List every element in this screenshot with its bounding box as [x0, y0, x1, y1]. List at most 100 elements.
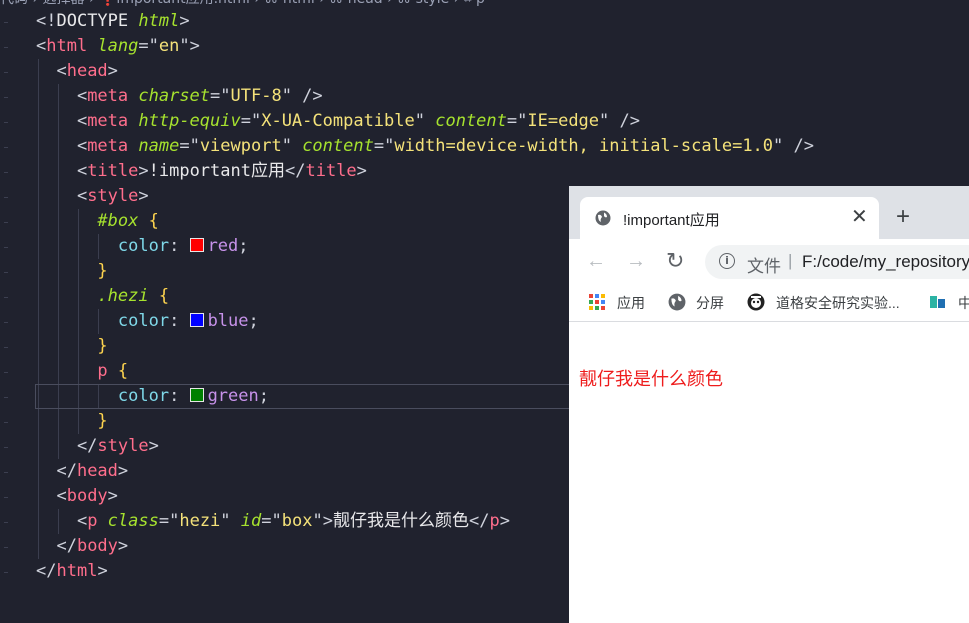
line-number-marker	[4, 372, 8, 373]
code-token: X-UA-Compatible	[261, 111, 415, 131]
bookmark-apps[interactable]: 应用	[617, 293, 645, 313]
code-token: >	[107, 486, 118, 506]
code-line[interactable]: <p class="hezi" id="box">靓仔我是什么颜色</p>	[36, 509, 510, 534]
line-number-marker	[4, 572, 8, 573]
code-line[interactable]: <meta name="viewport" content="width=dev…	[36, 134, 814, 159]
code-line[interactable]: </html>	[36, 559, 108, 584]
url-text[interactable]: F:/code/my_repository	[802, 252, 969, 272]
color-swatch[interactable]	[189, 313, 204, 327]
breadcrumb[interactable]: 代码 › 选择器 › ❗important应用.html › ⌘ html › …	[0, 0, 485, 8]
line-number	[0, 259, 30, 284]
code-token: <!	[36, 11, 57, 31]
code-line[interactable]: color: blue;	[36, 309, 259, 334]
code-token: {	[117, 361, 129, 381]
new-tab-button[interactable]: +	[896, 205, 910, 229]
bookmark-split-screen[interactable]: 分屏	[696, 293, 724, 313]
close-icon[interactable]: ✕	[851, 206, 868, 228]
code-line[interactable]: #box {	[36, 209, 158, 234]
dog-logo-icon[interactable]	[747, 293, 765, 311]
code-line[interactable]: <head>	[36, 59, 117, 84]
url-scheme: 文件	[747, 257, 781, 276]
globe-icon	[595, 210, 611, 226]
code-line[interactable]: p {	[36, 359, 128, 384]
code-line[interactable]: <!DOCTYPE html>	[36, 9, 190, 34]
code-token: hezi	[179, 511, 221, 531]
code-token: >	[138, 161, 149, 181]
code-token: </	[284, 161, 306, 181]
code-token: </	[36, 461, 77, 481]
address-bar[interactable]: i 文件 | F:/code/my_repository	[705, 245, 969, 279]
code-line[interactable]: </style>	[36, 434, 159, 459]
line-number-marker	[4, 97, 8, 98]
code-token: !important应用	[148, 161, 285, 181]
code-token: }	[97, 261, 108, 281]
code-token: </	[36, 561, 57, 581]
code-token: p	[87, 511, 108, 531]
code-line[interactable]: <html lang="en">	[36, 34, 200, 59]
line-number	[0, 184, 30, 209]
code-token: html	[46, 36, 98, 56]
code-token: >	[179, 11, 190, 31]
code-token: green	[207, 386, 259, 406]
bookmark-partial[interactable]: 中	[958, 293, 969, 313]
code-token: body	[66, 486, 108, 506]
reload-icon[interactable]: ↻	[666, 249, 684, 273]
line-number	[0, 384, 30, 409]
code-line[interactable]: }	[36, 409, 108, 434]
code-token: " />	[599, 111, 640, 131]
line-number-marker	[4, 172, 8, 173]
browser-toolbar: ← → ↻ i 文件 | F:/code/my_repository	[569, 239, 969, 284]
code-token: DOCTYPE	[56, 11, 139, 31]
code-token: >	[356, 161, 367, 181]
line-number	[0, 309, 30, 334]
code-line[interactable]: <body>	[36, 484, 118, 509]
code-line[interactable]: <style>	[36, 184, 149, 209]
line-number	[0, 509, 30, 534]
bookmark-chart-icon[interactable]	[929, 293, 947, 311]
code-line[interactable]: .hezi {	[36, 284, 169, 309]
code-token: <	[36, 86, 88, 106]
code-line[interactable]: color: green;	[36, 384, 269, 409]
code-line[interactable]: color: red;	[36, 234, 249, 259]
code-token: <	[36, 111, 88, 131]
code-line[interactable]: }	[36, 334, 107, 359]
code-token: ="	[179, 136, 200, 156]
browser-tab[interactable]: !important应用 ✕	[580, 197, 879, 239]
code-token: lang	[97, 36, 139, 56]
code-line[interactable]: <title>!important应用</title>	[36, 159, 367, 184]
code-token: }	[97, 411, 108, 431]
line-number-marker	[4, 447, 8, 448]
back-arrow-icon[interactable]: ←	[586, 249, 606, 273]
code-token: >	[148, 436, 159, 456]
page-viewport: 靓仔我是什么颜色	[569, 323, 969, 623]
code-token: width=device-width, initial-scale=1.0	[394, 136, 774, 156]
color-swatch[interactable]	[189, 238, 204, 252]
code-line[interactable]: </body>	[36, 534, 128, 559]
bookmark-security-lab[interactable]: 道格安全研究实验...	[776, 293, 900, 313]
code-token: style	[97, 436, 149, 456]
code-line[interactable]: <meta charset="UTF-8" />	[36, 84, 323, 109]
code-token: ">	[312, 511, 333, 531]
line-number-marker	[4, 397, 8, 398]
forward-arrow-icon[interactable]: →	[626, 249, 646, 273]
code-line[interactable]: <meta http-equiv="X-UA-Compatible" conte…	[36, 109, 640, 134]
color-swatch[interactable]	[189, 388, 204, 402]
code-token: html	[56, 561, 98, 581]
url-separator: |	[788, 251, 793, 270]
line-number-marker	[4, 422, 8, 423]
apps-grid-icon[interactable]	[588, 293, 606, 311]
code-line[interactable]: </head>	[36, 459, 128, 484]
line-number	[0, 484, 30, 509]
code-token: red	[207, 236, 239, 256]
code-line[interactable]: }	[36, 259, 108, 284]
info-icon[interactable]: i	[719, 253, 735, 269]
code-token: ;	[248, 311, 259, 331]
code-token: blue	[207, 311, 249, 331]
browser-window[interactable]: !important应用 ✕ + ← → ↻ i 文件 | F:/code/my…	[569, 186, 969, 623]
globe-icon[interactable]	[668, 293, 686, 311]
code-token: charset	[138, 86, 211, 106]
